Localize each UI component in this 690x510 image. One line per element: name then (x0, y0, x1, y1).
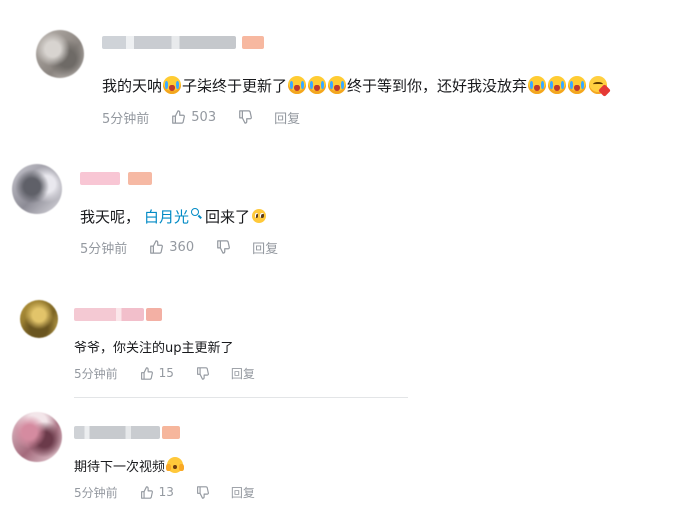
comment-text: 爷爷，你关注的up主更新了 (74, 336, 234, 356)
loudly-crying-face-icon (548, 76, 567, 94)
loudly-crying-face-icon (568, 76, 587, 94)
comment-text-part: 期待下一次视频 (74, 459, 166, 475)
like-button[interactable]: 15 (140, 366, 174, 380)
avatar[interactable] (12, 164, 62, 214)
comment-time: 5分钟前 (74, 366, 118, 381)
search-icon (191, 208, 200, 216)
comment-text: 期待下一次视频 (74, 455, 184, 475)
comment-time: 5分钟前 (74, 485, 118, 500)
comment-text-part: 爷爷，你关注的up主更新了 (74, 340, 234, 356)
like-button[interactable]: 360 (149, 240, 194, 255)
comment-meta: 5分钟前 503 回复 (102, 108, 300, 127)
username-blurred[interactable] (74, 426, 160, 439)
comment-meta: 5分钟前 360 回复 (80, 238, 278, 257)
level-badge-blurred (242, 36, 264, 49)
thumbs-up-icon (149, 240, 164, 254)
dislike-button[interactable] (196, 366, 209, 380)
thumbs-up-icon (140, 366, 153, 380)
comment-text-part: 子柒终于更新了 (182, 76, 288, 95)
avatar[interactable] (12, 412, 62, 462)
screaming-face-icon (166, 457, 184, 473)
level-badge-blurred (146, 308, 162, 321)
like-count: 360 (169, 239, 195, 255)
avatar[interactable] (36, 30, 84, 78)
thumbs-down-icon (196, 366, 209, 380)
loudly-crying-face-icon (328, 76, 347, 94)
username-blurred[interactable] (80, 172, 120, 185)
thumbs-up-icon (140, 485, 153, 499)
reply-button[interactable]: 回复 (252, 238, 278, 257)
like-count: 15 (158, 366, 174, 380)
dislike-button[interactable] (216, 240, 231, 254)
like-button[interactable]: 13 (140, 485, 174, 499)
thumbs-up-icon (171, 110, 186, 124)
comment-text-part: 我的天呐 (102, 76, 163, 95)
username-blurred[interactable] (74, 308, 144, 321)
reply-button[interactable]: 回复 (231, 365, 255, 382)
like-count: 503 (191, 109, 217, 125)
pleading-face-icon (252, 209, 267, 223)
dislike-button[interactable] (196, 485, 209, 499)
comment-text-part: 终于等到你，还好我没放弃 (347, 76, 528, 95)
thumbs-down-icon (238, 110, 253, 124)
loudly-crying-face-icon (163, 76, 182, 94)
avatar[interactable] (20, 300, 58, 338)
keyword-link-label: 白月光 (144, 207, 190, 226)
comment-text: 我的天呐 子柒终于更新了 终于等到你，还好我没放弃 (102, 73, 611, 97)
loudly-crying-face-icon (308, 76, 327, 94)
like-count: 13 (158, 485, 174, 499)
comment-text: 我天呢， 白月光 回来了 (80, 205, 267, 227)
comment-time: 5分钟前 (80, 241, 128, 257)
comment-text-part: 我天呢， (80, 207, 141, 226)
loudly-crying-face-icon (528, 76, 547, 94)
username-blurred[interactable] (102, 36, 236, 49)
level-badge-blurred (128, 172, 152, 185)
comment-text-part: 回来了 (205, 207, 251, 226)
thumbs-down-icon (216, 240, 231, 254)
loudly-crying-face-icon (288, 76, 307, 94)
thumbs-down-icon (196, 485, 209, 499)
like-button[interactable]: 503 (171, 110, 216, 125)
dislike-button[interactable] (238, 110, 253, 124)
reply-button[interactable]: 回复 (274, 108, 300, 127)
comment-time: 5分钟前 (102, 111, 150, 127)
comment-divider (74, 397, 408, 398)
level-badge-blurred (162, 426, 180, 439)
comment-meta: 5分钟前 15 回复 (74, 364, 255, 382)
comment-meta: 5分钟前 13 回复 (74, 483, 255, 501)
keyword-link[interactable]: 白月光 (144, 206, 200, 227)
face-blowing-kiss-icon (589, 76, 611, 97)
reply-button[interactable]: 回复 (231, 484, 255, 501)
